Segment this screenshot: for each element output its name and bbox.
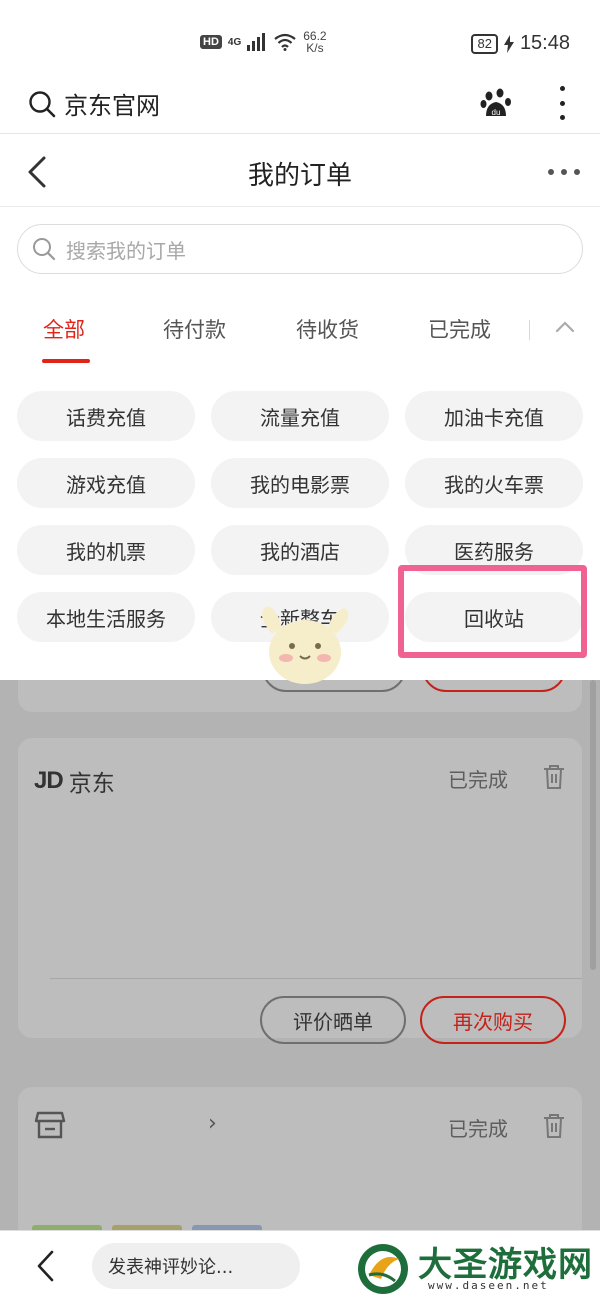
order-card[interactable]: JD 京东 已完成 评价晒单 再次购买: [18, 738, 582, 1044]
category-chip[interactable]: 话费充值: [17, 391, 195, 441]
more-options-icon[interactable]: [548, 169, 580, 175]
order-list-overlay: JD 京东 已完成 评价晒单 再次购买 › 已完成: [0, 680, 600, 1230]
order-card[interactable]: › 已完成: [18, 1087, 582, 1230]
store-icon: [34, 1111, 66, 1139]
category-chip[interactable]: 我的酒店: [211, 525, 389, 575]
watermark-logo: [358, 1244, 408, 1294]
tab-pending-payment[interactable]: 待付款: [163, 314, 226, 344]
order-status: 已完成: [448, 1117, 508, 1141]
category-chip[interactable]: 游戏充值: [17, 458, 195, 508]
order-search-input[interactable]: 搜索我的订单: [17, 224, 583, 274]
buy-again-button[interactable]: 再次购买: [420, 996, 566, 1044]
card-divider: [50, 978, 582, 979]
category-chip[interactable]: 我的电影票: [211, 458, 389, 508]
hd-badge: HD: [200, 35, 222, 49]
status-right: 82 15:48: [471, 32, 570, 55]
category-chip[interactable]: 流量充值: [211, 391, 389, 441]
category-chip[interactable]: 我的火车票: [405, 458, 583, 508]
jd-logo: JD: [34, 767, 64, 794]
battery-indicator: 82: [471, 33, 498, 54]
back-icon[interactable]: [34, 1249, 58, 1283]
browser-bar: 京东官网 du: [0, 76, 600, 134]
bottom-bar: 发表神评妙论... 大圣游戏网 www.daseen.net: [0, 1230, 600, 1300]
speed-unit: K/s: [306, 41, 324, 55]
watermark-url: www.daseen.net: [428, 1279, 549, 1292]
network-type: 4G: [227, 36, 242, 48]
status-indicators: HD 4G 66.2 K/s: [200, 30, 327, 54]
shop-name[interactable]: JD 京东: [34, 764, 115, 798]
trash-icon[interactable]: [542, 764, 566, 790]
review-button[interactable]: 评价晒单: [260, 996, 406, 1044]
order-tabs: 全部 待付款 待收货 已完成: [0, 300, 600, 370]
baidu-paw-icon[interactable]: du: [480, 88, 512, 120]
active-tab-indicator: [42, 359, 90, 363]
trash-icon[interactable]: [542, 1113, 566, 1139]
category-chip[interactable]: 我的机票: [17, 525, 195, 575]
search-icon: [29, 90, 56, 117]
signal-icon: [247, 33, 266, 51]
browser-title: 京东官网: [64, 92, 160, 120]
category-chip[interactable]: 加油卡充值: [405, 391, 583, 441]
comment-input[interactable]: 发表神评妙论...: [92, 1243, 300, 1289]
category-chip[interactable]: 本地生活服务: [17, 592, 195, 642]
shop-label: 京东: [68, 771, 115, 797]
search-placeholder: 搜索我的订单: [66, 238, 186, 263]
comment-placeholder: 发表神评妙论...: [108, 1257, 234, 1278]
chevron-up-icon[interactable]: [555, 320, 575, 334]
tab-pending-receipt[interactable]: 待收货: [296, 314, 359, 344]
status-bar: HD 4G 66.2 K/s 82 15:48: [0, 0, 600, 80]
page-title: 我的订单: [247, 161, 352, 191]
clock: 15:48: [519, 32, 570, 54]
page-header: 我的订单: [0, 135, 600, 207]
highlight-box: [398, 565, 587, 658]
tab-completed[interactable]: 已完成: [428, 314, 491, 344]
tab-divider: [529, 320, 530, 340]
mascot-illustration: [261, 606, 349, 684]
order-button-partial: [422, 680, 566, 692]
order-status: 已完成: [448, 768, 508, 792]
chevron-right-icon[interactable]: ›: [208, 1111, 217, 1136]
browser-search[interactable]: 京东官网: [28, 86, 160, 121]
svg-text:du: du: [492, 108, 501, 117]
charging-icon: [503, 34, 514, 53]
scrollbar[interactable]: [590, 680, 596, 970]
wifi-icon: [274, 33, 296, 51]
browser-menu-icon[interactable]: [552, 86, 572, 120]
network-speed: 66.2 K/s: [303, 30, 326, 54]
tab-all[interactable]: 全部: [43, 314, 85, 344]
search-icon: [33, 238, 56, 261]
